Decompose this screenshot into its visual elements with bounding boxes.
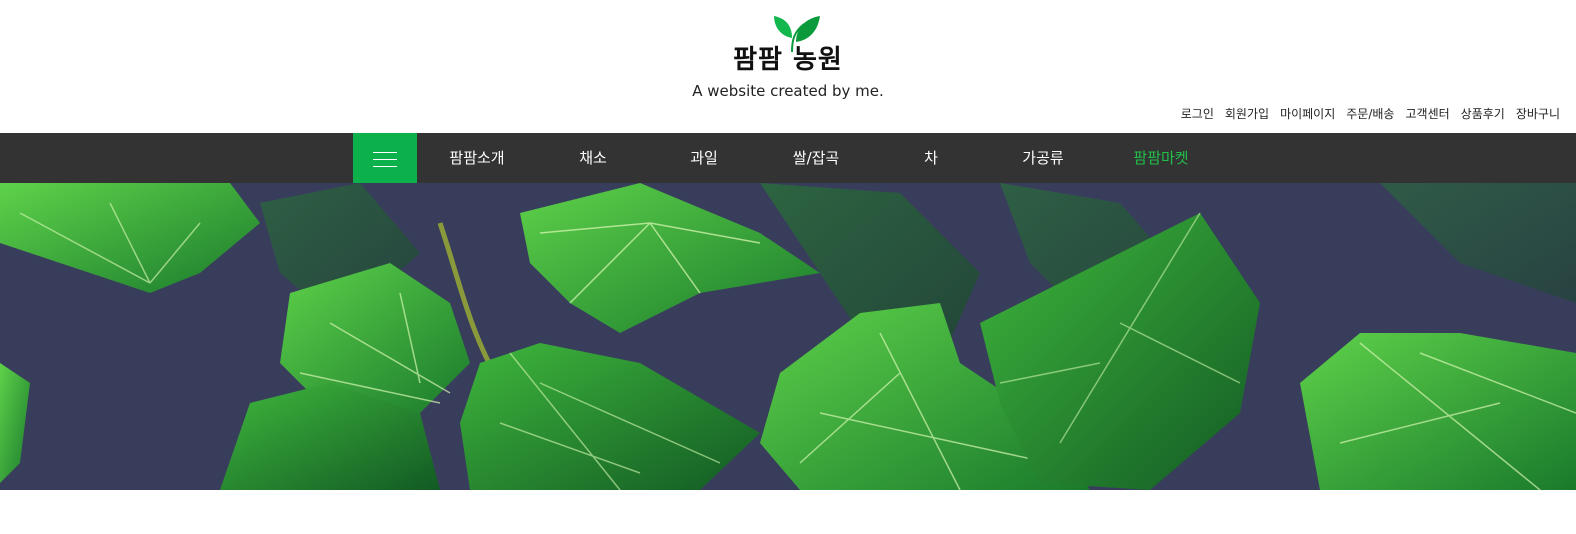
menu-button[interactable] (353, 133, 417, 183)
reviews-link[interactable]: 상품후기 (1461, 106, 1505, 122)
nav-item-grains[interactable]: 쌀/잡곡 (776, 133, 856, 183)
login-link[interactable]: 로그인 (1181, 106, 1214, 122)
utility-links: 로그인 회원가입 마이페이지 주문/배송 고객센터 상품후기 장바구니 (1181, 106, 1560, 122)
site-header: 팜팜 농원 A website created by me. 로그인 회원가입 … (0, 0, 1576, 133)
logo-title: 팜팜 농원 (733, 45, 843, 75)
site-logo[interactable]: 팜팜 농원 A website created by me. (680, 8, 896, 100)
customer-center-link[interactable]: 고객센터 (1405, 106, 1449, 122)
nav-item-market[interactable]: 팜팜마켓 (1121, 133, 1201, 183)
hero-banner (0, 183, 1576, 490)
nav-item-tea[interactable]: 차 (891, 133, 971, 183)
mypage-link[interactable]: 마이페이지 (1280, 106, 1335, 122)
cart-link[interactable]: 장바구니 (1516, 106, 1560, 122)
nav-item-about[interactable]: 팜팜소개 (437, 133, 517, 183)
ivy-leaves-image (0, 183, 1576, 490)
nav-item-fruits[interactable]: 과일 (664, 133, 744, 183)
main-nav: 팜팜소개 채소 과일 쌀/잡곡 차 가공류 팜팜마켓 (0, 133, 1576, 183)
order-delivery-link[interactable]: 주문/배송 (1346, 106, 1394, 122)
nav-item-vegetables[interactable]: 채소 (553, 133, 633, 183)
signup-link[interactable]: 회원가입 (1225, 106, 1269, 122)
logo-subtitle: A website created by me. (692, 82, 884, 100)
nav-item-processed[interactable]: 가공류 (1003, 133, 1083, 183)
